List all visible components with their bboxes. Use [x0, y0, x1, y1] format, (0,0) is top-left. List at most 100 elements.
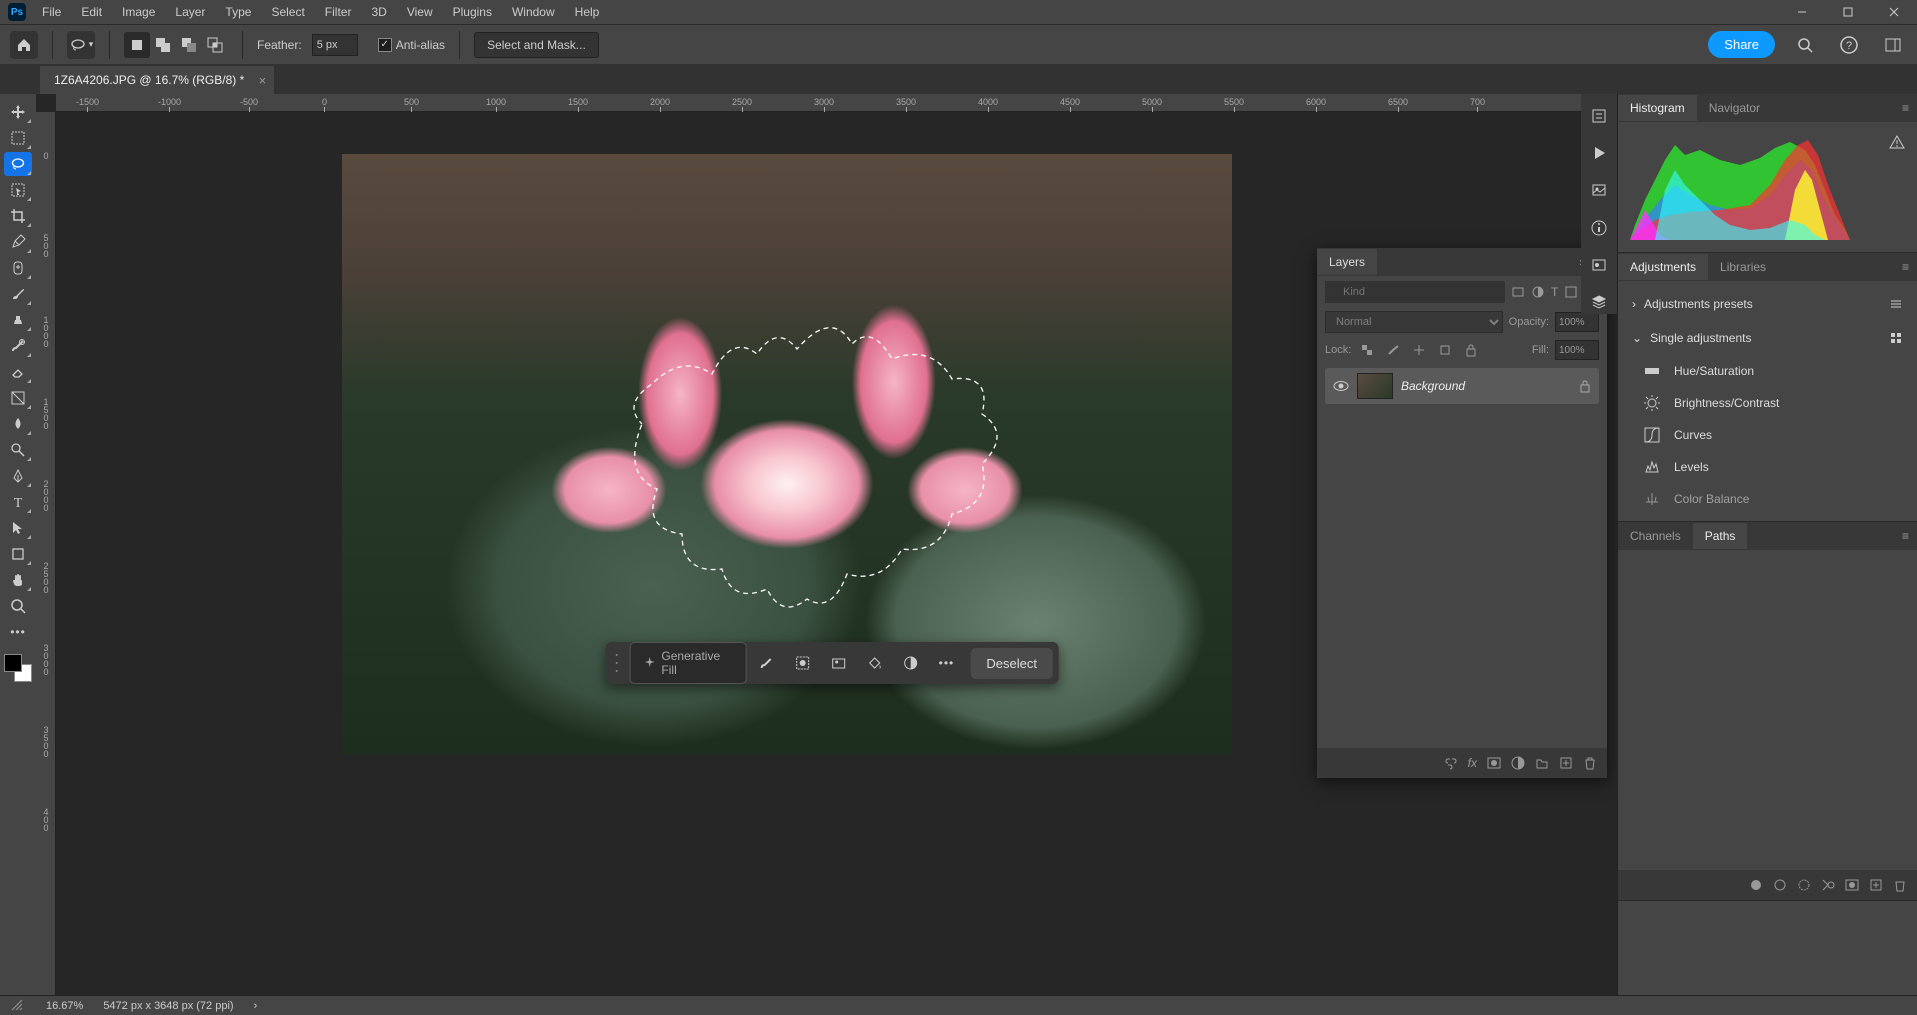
taskbar-drag-handle[interactable] — [616, 651, 622, 675]
link-layers-icon[interactable] — [1444, 756, 1458, 770]
properties-icon[interactable] — [1587, 253, 1611, 276]
eraser-tool[interactable] — [4, 360, 32, 384]
clone-stamp-tool[interactable] — [4, 308, 32, 332]
gradient-tool[interactable] — [4, 386, 32, 410]
maximize-button[interactable] — [1825, 0, 1871, 24]
channels-tab[interactable]: Channels — [1618, 523, 1693, 549]
history-brush-tool[interactable] — [4, 334, 32, 358]
minimize-button[interactable] — [1779, 0, 1825, 24]
layers-dock-icon[interactable] — [1587, 291, 1611, 314]
menu-help[interactable]: Help — [565, 1, 610, 23]
hand-tool[interactable] — [4, 568, 32, 592]
menu-edit[interactable]: Edit — [71, 1, 112, 23]
close-tab-icon[interactable]: × — [259, 73, 267, 88]
blur-tool[interactable] — [4, 412, 32, 436]
actions-panel-icon[interactable] — [1587, 104, 1611, 127]
lock-transparency-icon[interactable] — [1357, 340, 1377, 360]
filter-adjustment-icon[interactable] — [1531, 282, 1545, 302]
layers-panel[interactable]: Layers » ≡ T Normal Opacity: Lock: Fill: — [1317, 248, 1607, 778]
layer-fx-icon[interactable]: fx — [1468, 756, 1477, 770]
workspace-switcher-icon[interactable] — [1879, 31, 1907, 59]
layer-mask-icon[interactable] — [1487, 756, 1501, 770]
object-selection-tool[interactable] — [4, 178, 32, 202]
color-swatches[interactable] — [4, 654, 32, 682]
select-subject-icon[interactable] — [787, 646, 819, 680]
document-canvas[interactable]: Generative Fill ••• Deselect — [342, 154, 1232, 754]
feather-input[interactable] — [312, 34, 358, 56]
opacity-input[interactable] — [1555, 312, 1599, 332]
selection-intersect[interactable] — [202, 32, 228, 58]
lock-pixels-icon[interactable] — [1383, 340, 1403, 360]
menu-select[interactable]: Select — [261, 1, 314, 23]
adj-levels[interactable]: Levels — [1618, 451, 1917, 483]
status-resize-icon[interactable] — [10, 998, 26, 1014]
close-button[interactable] — [1871, 0, 1917, 24]
generative-fill-button[interactable]: Generative Fill — [629, 642, 746, 684]
layer-kind-filter[interactable] — [1325, 281, 1505, 303]
deselect-button[interactable]: Deselect — [970, 648, 1053, 679]
play-icon[interactable] — [1587, 141, 1611, 164]
lock-artboard-icon[interactable] — [1435, 340, 1455, 360]
lock-position-icon[interactable] — [1409, 340, 1429, 360]
menu-filter[interactable]: Filter — [315, 1, 362, 23]
shape-tool[interactable] — [4, 542, 32, 566]
dodge-tool[interactable] — [4, 438, 32, 462]
layer-row-background[interactable]: Background — [1325, 368, 1599, 404]
gallery-icon[interactable] — [1587, 179, 1611, 202]
selection-new[interactable] — [124, 32, 150, 58]
marquee-tool[interactable] — [4, 126, 32, 150]
menu-layer[interactable]: Layer — [165, 1, 215, 23]
antialias-checkbox[interactable]: Anti-alias — [378, 38, 445, 52]
layer-visibility-icon[interactable] — [1333, 380, 1349, 392]
help-icon[interactable]: ? — [1835, 31, 1863, 59]
filter-type-icon[interactable]: T — [1551, 282, 1558, 302]
create-mask-icon[interactable] — [895, 646, 927, 680]
layer-lock-icon[interactable] — [1579, 379, 1591, 393]
adjustment-layer-icon[interactable] — [1511, 756, 1525, 770]
delete-layer-icon[interactable] — [1583, 756, 1597, 770]
path-selection-tool[interactable] — [4, 516, 32, 540]
new-layer-icon[interactable] — [1559, 756, 1573, 770]
menu-type[interactable]: Type — [215, 1, 261, 23]
select-and-mask-button[interactable]: Select and Mask... — [474, 32, 599, 58]
layers-tab[interactable]: Layers — [1317, 249, 1377, 275]
eyedropper-tool[interactable] — [4, 230, 32, 254]
foreground-color-swatch[interactable] — [4, 654, 22, 672]
make-work-path-icon[interactable] — [1821, 878, 1835, 892]
adjustments-presets-header[interactable]: › Adjustments presets — [1618, 287, 1917, 321]
adj-hue-saturation[interactable]: Hue/Saturation — [1618, 355, 1917, 387]
search-icon[interactable] — [1791, 31, 1819, 59]
brush-tool[interactable] — [4, 282, 32, 306]
menu-file[interactable]: File — [32, 1, 71, 23]
layer-thumbnail[interactable] — [1357, 373, 1393, 399]
adjustments-menu-icon[interactable]: ≡ — [1894, 260, 1917, 274]
document-tab[interactable]: 1Z6A4206.JPG @ 16.7% (RGB/8) * × — [40, 66, 274, 94]
filter-pixel-icon[interactable] — [1511, 282, 1525, 302]
filter-shape-icon[interactable] — [1564, 282, 1578, 302]
fill-selection-icon[interactable] — [859, 646, 891, 680]
new-path-icon[interactable] — [1869, 878, 1883, 892]
lasso-tool[interactable] — [4, 152, 32, 176]
zoom-tool[interactable] — [4, 594, 32, 618]
home-button[interactable] — [10, 31, 38, 59]
adj-color-balance[interactable]: Color Balance — [1618, 483, 1917, 515]
selection-subtract[interactable] — [176, 32, 202, 58]
move-tool[interactable] — [4, 100, 32, 124]
navigator-tab[interactable]: Navigator — [1697, 95, 1772, 121]
blend-mode-select[interactable]: Normal — [1325, 311, 1503, 333]
menu-image[interactable]: Image — [112, 1, 165, 23]
fill-path-icon[interactable] — [1749, 878, 1763, 892]
path-to-selection-icon[interactable] — [1797, 878, 1811, 892]
adj-brightness-contrast[interactable]: Brightness/Contrast — [1618, 387, 1917, 419]
brush-selection-icon[interactable] — [751, 646, 783, 680]
menu-3d[interactable]: 3D — [361, 1, 396, 23]
menu-plugins[interactable]: Plugins — [443, 1, 502, 23]
remove-background-icon[interactable] — [823, 646, 855, 680]
layer-name-label[interactable]: Background — [1401, 379, 1465, 393]
current-tool-lasso[interactable]: ▾ — [67, 31, 95, 59]
selection-add[interactable] — [150, 32, 176, 58]
spot-healing-tool[interactable] — [4, 256, 32, 280]
document-dimensions[interactable]: 5472 px x 3648 px (72 ppi) — [103, 1000, 233, 1012]
crop-tool[interactable] — [4, 204, 32, 228]
histogram-warning-icon[interactable] — [1889, 134, 1905, 150]
